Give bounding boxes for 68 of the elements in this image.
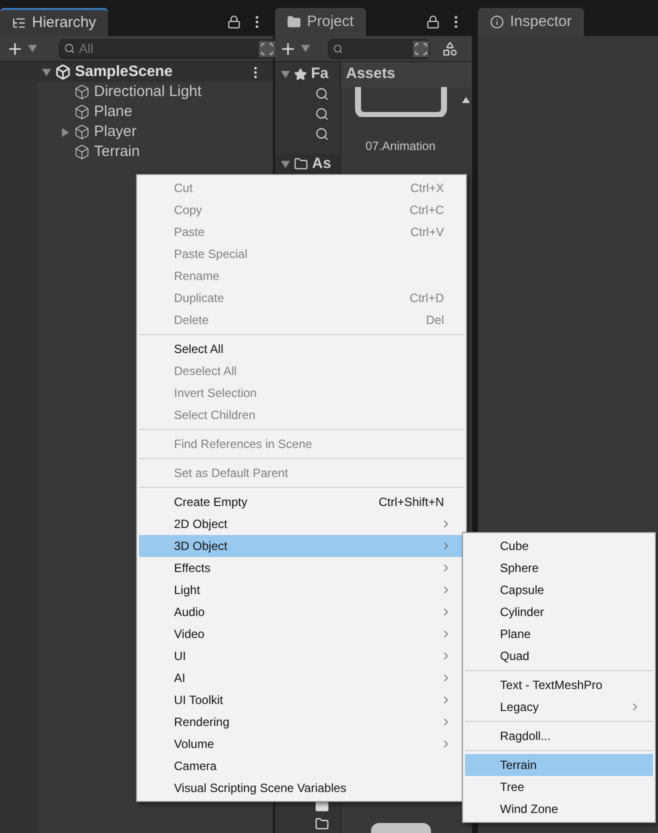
cube-icon <box>74 104 90 120</box>
menu-item[interactable]: Cube <box>465 535 653 557</box>
menu-item[interactable]: Quad <box>465 645 653 667</box>
panel-tab[interactable]: Hierarchy <box>0 8 108 36</box>
shapes-icon[interactable] <box>442 40 458 56</box>
menu-item[interactable]: Legacy <box>465 696 653 718</box>
search-field[interactable] <box>328 38 430 58</box>
menu-item[interactable]: Wind Zone <box>465 798 653 820</box>
menu-item[interactable]: Ragdoll... <box>465 725 653 747</box>
menu-item[interactable]: Tree <box>465 776 653 798</box>
search-field[interactable]: All <box>59 38 276 58</box>
folder-icon <box>315 817 329 831</box>
menu-item[interactable]: 3D Object <box>139 535 464 557</box>
menu-item[interactable]: AI <box>139 667 464 689</box>
info-icon <box>490 15 504 29</box>
lock-icon[interactable] <box>227 15 241 29</box>
menu-item[interactable]: Visual Scripting Scene Variables <box>139 777 464 799</box>
favorites-label[interactable]: Fa <box>311 62 329 86</box>
dropdown-icon[interactable] <box>301 44 310 53</box>
cube-icon <box>74 84 90 100</box>
expand-icon[interactable] <box>413 40 429 56</box>
menu-item[interactable]: Audio <box>139 601 464 623</box>
asset-label[interactable]: 07.Animation <box>365 137 436 155</box>
menu-item[interactable]: Effects <box>139 557 464 579</box>
expand-arrow-icon[interactable] <box>281 160 290 168</box>
hierarchy-item[interactable]: Directional Light <box>38 82 273 102</box>
search-icon <box>315 107 329 121</box>
folder-icon <box>287 15 301 29</box>
dropdown-icon[interactable] <box>28 44 37 53</box>
menu-item[interactable]: UI <box>139 645 464 667</box>
list-icon <box>12 16 26 30</box>
expand-icon[interactable] <box>259 40 275 56</box>
hierarchy-item[interactable]: Terrain <box>38 142 273 162</box>
search-icon <box>64 43 75 54</box>
menu-item[interactable]: Plane <box>465 623 653 645</box>
menu-item[interactable]: Camera <box>139 755 464 777</box>
menu-item[interactable]: Text - TextMeshPro <box>465 674 653 696</box>
menu-item[interactable]: Rendering <box>139 711 464 733</box>
star-icon <box>294 68 307 80</box>
cube-icon <box>74 124 90 140</box>
folder-icon <box>294 157 308 171</box>
panel-tab[interactable]: Inspector <box>478 8 584 36</box>
panel-tab[interactable]: Project <box>275 8 366 36</box>
menu-item[interactable]: Terrain <box>465 754 653 776</box>
hierarchy-item[interactable]: Player <box>38 122 273 142</box>
menu-item[interactable]: UI Toolkit <box>139 689 464 711</box>
menu-item[interactable]: Capsule <box>465 579 653 601</box>
menu-item[interactable]: Create Empty Ctrl+Shift+N <box>139 491 464 513</box>
cube-icon <box>74 144 90 160</box>
scroll-up-icon[interactable] <box>462 97 470 103</box>
asset-thumbnail[interactable] <box>354 87 446 117</box>
menu-item[interactable]: Volume <box>139 733 464 755</box>
menu-item[interactable]: 2D Object <box>139 513 464 535</box>
search-icon <box>333 44 343 54</box>
search-icon <box>315 87 329 101</box>
menu-item[interactable]: Light <box>139 579 464 601</box>
lock-icon[interactable] <box>426 15 440 29</box>
search-icon <box>315 127 329 141</box>
expand-arrow-icon[interactable] <box>60 128 70 136</box>
expand-arrow-icon[interactable] <box>281 70 290 78</box>
hierarchy-item[interactable]: Plane <box>38 102 273 122</box>
asset-thumbnail[interactable] <box>370 823 430 833</box>
expand-arrow-icon[interactable] <box>42 68 51 76</box>
menu-item[interactable]: Cylinder <box>465 601 653 623</box>
assets-header: Assets <box>341 62 472 87</box>
menu-item[interactable]: Video <box>139 623 464 645</box>
menu-item[interactable]: Sphere <box>465 557 653 579</box>
menu-item[interactable]: Select All <box>139 338 464 360</box>
